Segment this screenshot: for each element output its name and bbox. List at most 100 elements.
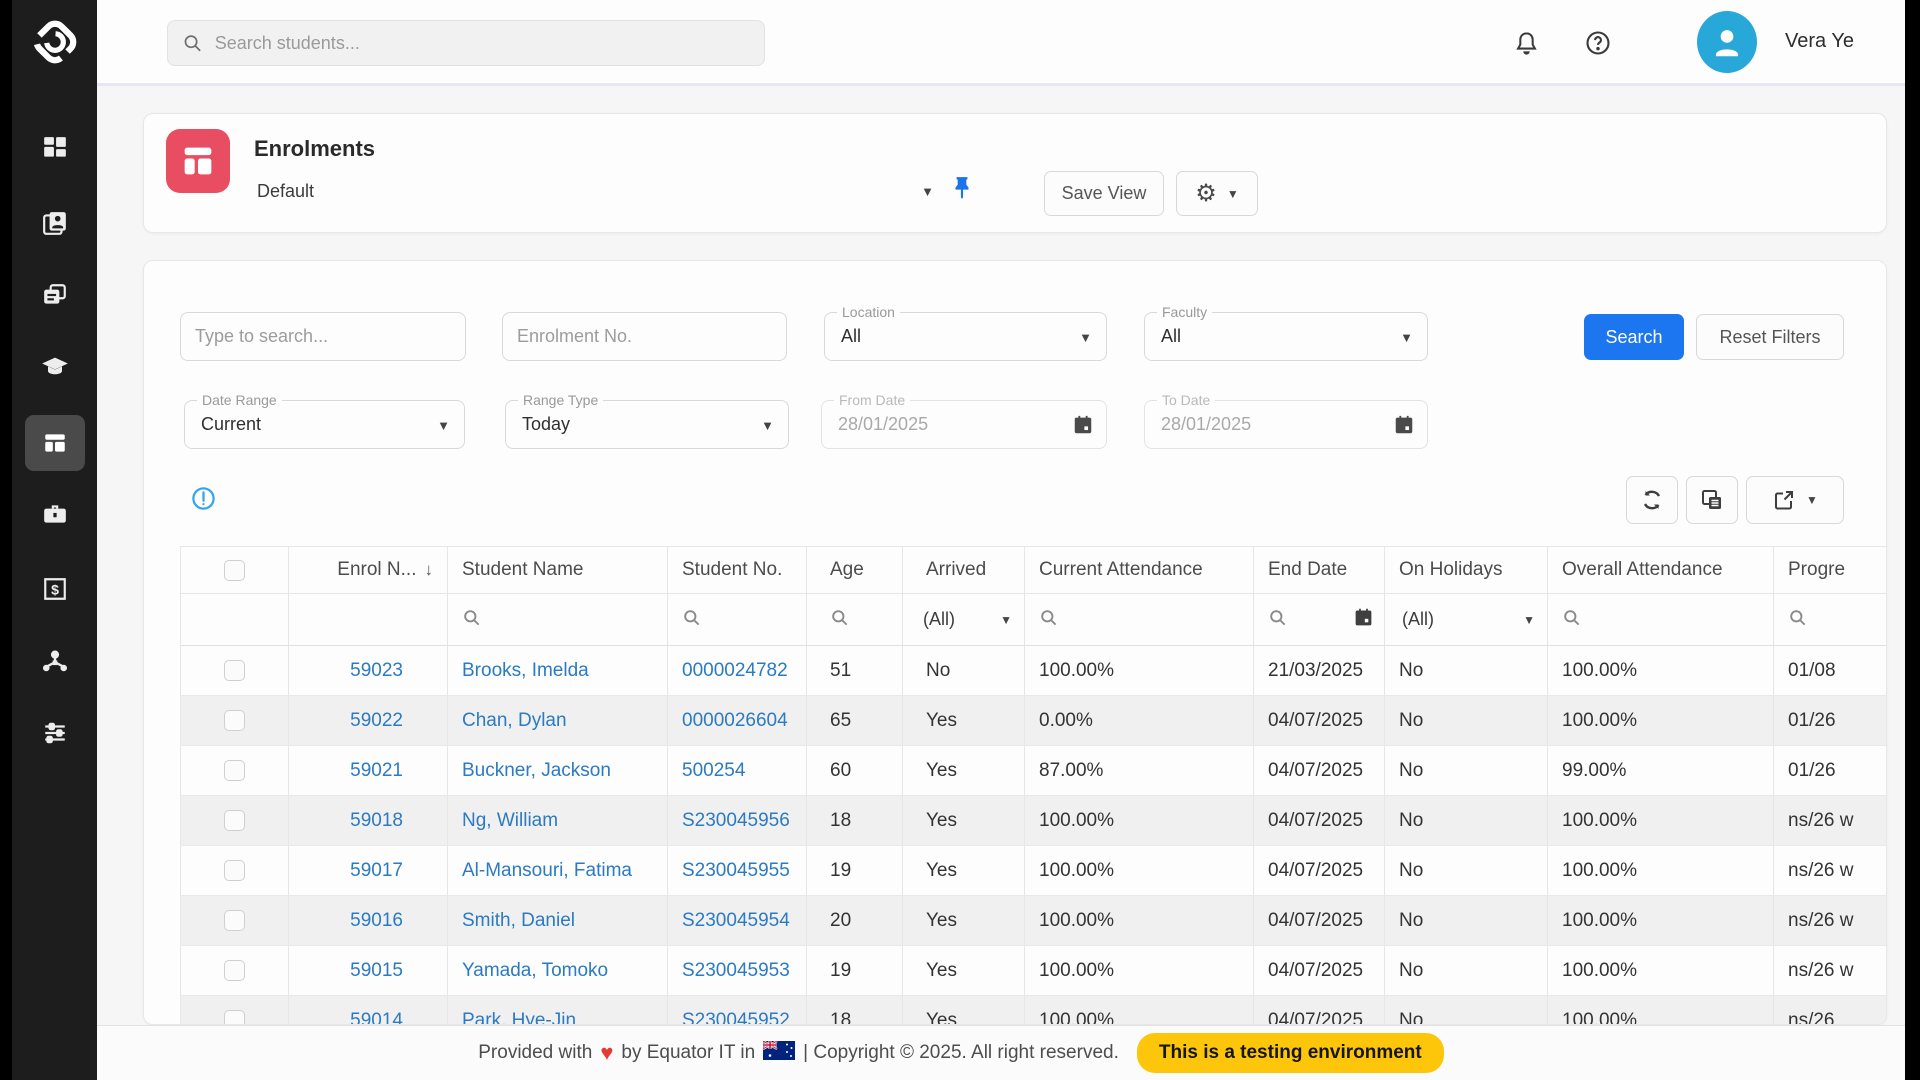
search-icon: [1788, 608, 1807, 632]
sidebar-item-finance[interactable]: $: [25, 561, 85, 617]
global-search[interactable]: [167, 20, 765, 66]
table-row: 59016Smith, DanielS23004595420Yes100.00%…: [181, 896, 1887, 946]
row-checkbox[interactable]: [224, 660, 245, 681]
info-warning-button[interactable]: [188, 483, 218, 513]
export-button[interactable]: ▼: [1746, 476, 1844, 524]
student-no-link[interactable]: 0000026604: [682, 710, 788, 731]
filter-faculty-select[interactable]: Faculty All ▼: [1144, 312, 1428, 361]
row-checkbox[interactable]: [224, 710, 245, 731]
sidebar-item-settings[interactable]: [25, 705, 85, 761]
filter-cell-current-attendance[interactable]: [1025, 594, 1254, 645]
sidebar-item-dashboard[interactable]: [25, 120, 85, 176]
cell-arrived: Yes: [903, 946, 1025, 995]
student-no-link[interactable]: S230045952: [682, 1010, 790, 1025]
filter-to-date-field[interactable]: To Date 28/01/2025: [1144, 400, 1428, 449]
search-button[interactable]: Search: [1584, 314, 1684, 360]
col-header-on-holidays[interactable]: On Holidays: [1385, 547, 1548, 593]
filter-cell-age[interactable]: [807, 594, 903, 645]
student-name-link[interactable]: Yamada, Tomoko: [462, 960, 608, 981]
col-header-student-name[interactable]: Student Name: [448, 547, 668, 593]
student-name-link[interactable]: Ng, William: [462, 810, 558, 831]
enrol-no-link[interactable]: 59015: [350, 960, 403, 981]
save-view-button[interactable]: Save View: [1044, 171, 1164, 216]
row-checkbox[interactable]: [224, 960, 245, 981]
row-checkbox[interactable]: [224, 1010, 245, 1025]
cell-overall-attendance: 100.00%: [1548, 896, 1774, 945]
filter-from-date-field[interactable]: From Date 28/01/2025: [821, 400, 1107, 449]
cell-row-select: [181, 896, 289, 945]
student-name-link[interactable]: Al-Mansouri, Fatima: [462, 860, 632, 881]
filter-cell-student-no[interactable]: [668, 594, 807, 645]
row-checkbox[interactable]: [224, 760, 245, 781]
student-no-link[interactable]: 0000024782: [682, 660, 788, 681]
col-header-student-no[interactable]: Student No.: [668, 547, 807, 593]
select-all-checkbox[interactable]: [224, 560, 245, 581]
filter-date-range-select[interactable]: Date Range Current ▼: [184, 400, 465, 449]
sidebar-item-agents[interactable]: [25, 633, 85, 689]
sidebar-item-documents[interactable]: [25, 267, 85, 323]
col-header-enrol-no[interactable]: Enrol N...↓: [289, 547, 448, 593]
refresh-button[interactable]: [1626, 476, 1678, 524]
enrol-no-link[interactable]: 59018: [350, 810, 403, 831]
pin-view-button[interactable]: [944, 166, 980, 210]
col-header-age[interactable]: Age: [807, 547, 903, 593]
enrol-no-link[interactable]: 59016: [350, 910, 403, 931]
filter-text-search-input[interactable]: [195, 313, 451, 360]
enrol-no-link[interactable]: 59022: [350, 710, 403, 731]
enrol-no-link[interactable]: 59021: [350, 760, 403, 781]
cell-end-date: 04/07/2025: [1254, 696, 1385, 745]
row-checkbox[interactable]: [224, 910, 245, 931]
sidebar-item-enrolments[interactable]: [25, 415, 85, 471]
filter-cell-enrol[interactable]: [289, 594, 448, 645]
col-header-current-attendance[interactable]: Current Attendance: [1025, 547, 1254, 593]
filter-location-select[interactable]: Location All ▼: [824, 312, 1107, 361]
student-name-link[interactable]: Chan, Dylan: [462, 710, 567, 731]
student-no-link[interactable]: S230045955: [682, 860, 790, 881]
avatar[interactable]: [1697, 11, 1757, 73]
student-no-link[interactable]: S230045953: [682, 960, 790, 981]
filter-cell-student-name[interactable]: [448, 594, 668, 645]
view-settings-button[interactable]: ⚙ ▼: [1176, 171, 1258, 216]
sidebar-item-students[interactable]: [25, 195, 85, 251]
global-search-input[interactable]: [215, 33, 750, 54]
chevron-down-icon: ▼: [437, 418, 450, 433]
enrol-no-link[interactable]: 59014: [350, 1010, 403, 1025]
filter-text-search-field[interactable]: [180, 312, 466, 361]
help-button[interactable]: [1577, 22, 1619, 64]
col-header-overall-attendance[interactable]: Overall Attendance: [1548, 547, 1774, 593]
filter-cell-on-holidays[interactable]: (All) ▼: [1385, 594, 1548, 645]
student-no-link[interactable]: S230045954: [682, 910, 790, 931]
cell-progress: 01/26: [1774, 696, 1887, 745]
filter-range-type-select[interactable]: Range Type Today ▼: [505, 400, 789, 449]
col-header-arrived[interactable]: Arrived: [903, 547, 1025, 593]
student-name-link[interactable]: Smith, Daniel: [462, 910, 575, 931]
row-checkbox[interactable]: [224, 810, 245, 831]
notifications-button[interactable]: [1505, 22, 1547, 64]
copy-grid-button[interactable]: [1686, 476, 1738, 524]
col-header-end-date[interactable]: End Date: [1254, 547, 1385, 593]
cell-progress: ns/26: [1774, 996, 1887, 1025]
sidebar-item-academic[interactable]: [25, 339, 85, 395]
reset-filters-button[interactable]: Reset Filters: [1696, 314, 1844, 360]
calendar-icon: [1393, 414, 1415, 441]
user-name[interactable]: Vera Ye: [1785, 30, 1854, 53]
row-checkbox[interactable]: [224, 860, 245, 881]
col-header-progress[interactable]: Progre: [1774, 547, 1887, 593]
cell-end-date: 04/07/2025: [1254, 796, 1385, 845]
enrol-no-link[interactable]: 59017: [350, 860, 403, 881]
filter-enrolment-no-field[interactable]: [502, 312, 787, 361]
filter-cell-end-date[interactable]: [1254, 594, 1385, 645]
filter-enrolment-no-input[interactable]: [517, 313, 772, 360]
student-no-link[interactable]: S230045956: [682, 810, 790, 831]
student-name-link[interactable]: Buckner, Jackson: [462, 760, 611, 781]
view-select[interactable]: Default ▼: [254, 176, 934, 210]
filter-cell-overall-attendance[interactable]: [1548, 594, 1774, 645]
student-no-link[interactable]: 500254: [682, 760, 745, 781]
filter-cell-arrived[interactable]: (All) ▼: [903, 594, 1025, 645]
filter-cell-progress[interactable]: [1774, 594, 1887, 645]
student-name-link[interactable]: Brooks, Imelda: [462, 660, 589, 681]
student-name-link[interactable]: Park, Hye-Jin: [462, 1010, 576, 1025]
sidebar-item-services[interactable]: [25, 486, 85, 542]
enrol-no-link[interactable]: 59023: [350, 660, 403, 681]
app-logo[interactable]: [12, 12, 97, 72]
